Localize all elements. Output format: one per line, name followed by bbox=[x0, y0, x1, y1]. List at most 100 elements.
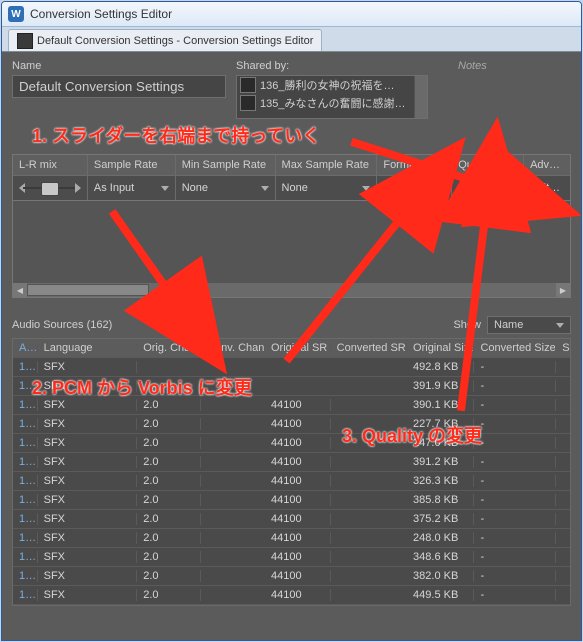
table-row[interactable]: 1…SFX2.044100385.8 KB- bbox=[13, 491, 570, 510]
cell-language: SFX bbox=[38, 418, 138, 430]
cell-conv-size: - bbox=[474, 456, 556, 468]
cell-a: 1… bbox=[13, 589, 38, 601]
col-quality: Quality bbox=[452, 155, 524, 175]
cell-orig-size: 382.0 KB bbox=[407, 570, 474, 582]
list-item[interactable]: 136_勝利の女神の祝福を… bbox=[237, 76, 414, 94]
cell-conv-size: - bbox=[474, 475, 556, 487]
list-item[interactable]: 135_みなさんの奮闘に感謝… bbox=[237, 94, 414, 112]
col-conv-size[interactable]: Converted Size bbox=[474, 342, 556, 354]
cell-conv-size: - bbox=[474, 437, 556, 449]
format-dropdown[interactable]: Vorbis bbox=[383, 182, 445, 194]
cell-orig-sr: 44100 bbox=[265, 399, 331, 411]
col-a[interactable]: A… bbox=[13, 342, 38, 354]
name-input[interactable] bbox=[12, 75, 226, 98]
cell-orig-size: 247.0 KB bbox=[407, 437, 474, 449]
col-max-sr: Max Sample Rate bbox=[276, 155, 378, 175]
cell-orig-sr: 44100 bbox=[265, 456, 331, 468]
cell-a: 1… bbox=[13, 551, 38, 563]
cell-orig-sr: 44100 bbox=[265, 437, 331, 449]
chevron-down-icon bbox=[161, 186, 169, 191]
table-row[interactable]: 1…SFX2.044100247.0 KB- bbox=[13, 434, 570, 453]
col-orig-size[interactable]: Original Size bbox=[407, 342, 474, 354]
cell-a: 1… bbox=[13, 494, 38, 506]
table-row[interactable]: 1…SFX2.044100326.3 KB- bbox=[13, 472, 570, 491]
show-dropdown[interactable]: Name bbox=[487, 316, 571, 334]
cell-orig-sr: 44100 bbox=[265, 570, 331, 582]
cell-orig-size: 227.7 KB bbox=[407, 418, 474, 430]
cell-a: 1… bbox=[13, 513, 38, 525]
col-orig-chan[interactable]: Orig. Chan… bbox=[137, 342, 201, 354]
cell-orig-chan: 2.0 bbox=[137, 494, 201, 506]
scroll-left-icon[interactable]: ◀ bbox=[13, 283, 27, 297]
cell-conv-size: - bbox=[474, 532, 556, 544]
cell-orig-chan: 2.0 bbox=[137, 551, 201, 563]
max-sr-dropdown[interactable]: None bbox=[282, 182, 371, 194]
scrollbar-horizontal[interactable]: ◀ ▶ bbox=[13, 282, 570, 297]
cell-a: 1… bbox=[13, 532, 38, 544]
col-min-sr: Min Sample Rate bbox=[176, 155, 276, 175]
table-row[interactable]: 1…SFX391.9 KB- bbox=[13, 377, 570, 396]
col-orig-sr[interactable]: Original SR bbox=[265, 342, 331, 354]
cell-conv-size: - bbox=[474, 513, 556, 525]
col-s[interactable]: S… bbox=[556, 342, 570, 354]
cell-a: 1… bbox=[13, 418, 38, 430]
col-conv-chan[interactable]: Conv. Chan… bbox=[201, 342, 265, 354]
cell-orig-sr: 44100 bbox=[265, 494, 331, 506]
quality-value: 8 bbox=[485, 179, 491, 190]
col-conv-sr[interactable]: Converted SR bbox=[331, 342, 407, 354]
scrollbar-vertical[interactable] bbox=[414, 76, 427, 118]
chevron-down-icon bbox=[556, 323, 564, 328]
cell-language: SFX bbox=[38, 399, 138, 411]
table-row[interactable]: 1…SFX492.8 KB- bbox=[13, 358, 570, 377]
cell-conv-size: - bbox=[474, 399, 556, 411]
cell-orig-size: 391.2 KB bbox=[407, 456, 474, 468]
scroll-right-icon[interactable]: ▶ bbox=[556, 283, 570, 297]
col-format: Format bbox=[377, 155, 452, 175]
tab-strip: Default Conversion Settings - Conversion… bbox=[2, 27, 581, 51]
cell-orig-sr: 44100 bbox=[265, 513, 331, 525]
document-icon bbox=[17, 33, 33, 49]
cell-language: SFX bbox=[38, 570, 138, 582]
chevron-down-icon bbox=[261, 186, 269, 191]
table-row[interactable]: 1…SFX2.044100390.1 KB- bbox=[13, 396, 570, 415]
scroll-thumb[interactable] bbox=[27, 284, 149, 296]
name-label: Name bbox=[12, 60, 226, 72]
cell-conv-size: - bbox=[474, 570, 556, 582]
notes-label: Notes bbox=[438, 60, 571, 72]
cell-conv-size: - bbox=[474, 494, 556, 506]
window-title: Conversion Settings Editor bbox=[30, 7, 172, 21]
titlebar[interactable]: W Conversion Settings Editor bbox=[2, 2, 581, 27]
cell-orig-chan: 2.0 bbox=[137, 589, 201, 601]
cell-conv-size: - bbox=[474, 418, 556, 430]
cell-orig-chan: 2.0 bbox=[137, 475, 201, 487]
tab-conversion-settings[interactable]: Default Conversion Settings - Conversion… bbox=[8, 29, 322, 51]
cell-orig-sr: 44100 bbox=[265, 551, 331, 563]
sample-rate-dropdown[interactable]: As Input bbox=[94, 182, 169, 194]
cell-language: SFX bbox=[38, 513, 138, 525]
min-sr-dropdown[interactable]: None bbox=[182, 182, 269, 194]
table-row[interactable]: 1…SFX2.044100449.5 KB- bbox=[13, 586, 570, 605]
shared-by-list[interactable]: 136_勝利の女神の祝福を… 135_みなさんの奮闘に感謝… bbox=[236, 75, 428, 119]
table-row[interactable]: 1…SFX2.044100227.7 KB- bbox=[13, 415, 570, 434]
window-frame: W Conversion Settings Editor Default Con… bbox=[1, 1, 582, 641]
cell-conv-size: - bbox=[474, 361, 556, 373]
conversion-params-panel: L-R mix Sample Rate Min Sample Rate Max … bbox=[12, 154, 571, 201]
lr-mix-slider[interactable] bbox=[19, 183, 81, 193]
table-row[interactable]: 1…SFX2.044100375.2 KB- bbox=[13, 510, 570, 529]
cell-orig-sr: 44100 bbox=[265, 475, 331, 487]
cell-a: 1… bbox=[13, 361, 38, 373]
table-row[interactable]: 1…SFX2.044100248.0 KB- bbox=[13, 529, 570, 548]
chevron-down-icon bbox=[437, 186, 445, 191]
cell-orig-chan: 2.0 bbox=[137, 532, 201, 544]
cell-orig-size: 449.5 KB bbox=[407, 589, 474, 601]
cell-orig-size: 385.8 KB bbox=[407, 494, 474, 506]
cell-orig-chan: 2.0 bbox=[137, 456, 201, 468]
cell-conv-size: - bbox=[474, 551, 556, 563]
table-row[interactable]: 1…SFX2.044100391.2 KB- bbox=[13, 453, 570, 472]
cell-orig-chan: 2.0 bbox=[137, 570, 201, 582]
table-row[interactable]: 1…SFX2.044100348.6 KB- bbox=[13, 548, 570, 567]
params-detail-area: ◀ ▶ bbox=[12, 201, 571, 298]
col-language[interactable]: Language bbox=[38, 342, 138, 354]
table-row[interactable]: 1…SFX2.044100382.0 KB- bbox=[13, 567, 570, 586]
advanced-edit-button[interactable]: Edit… bbox=[530, 182, 564, 194]
